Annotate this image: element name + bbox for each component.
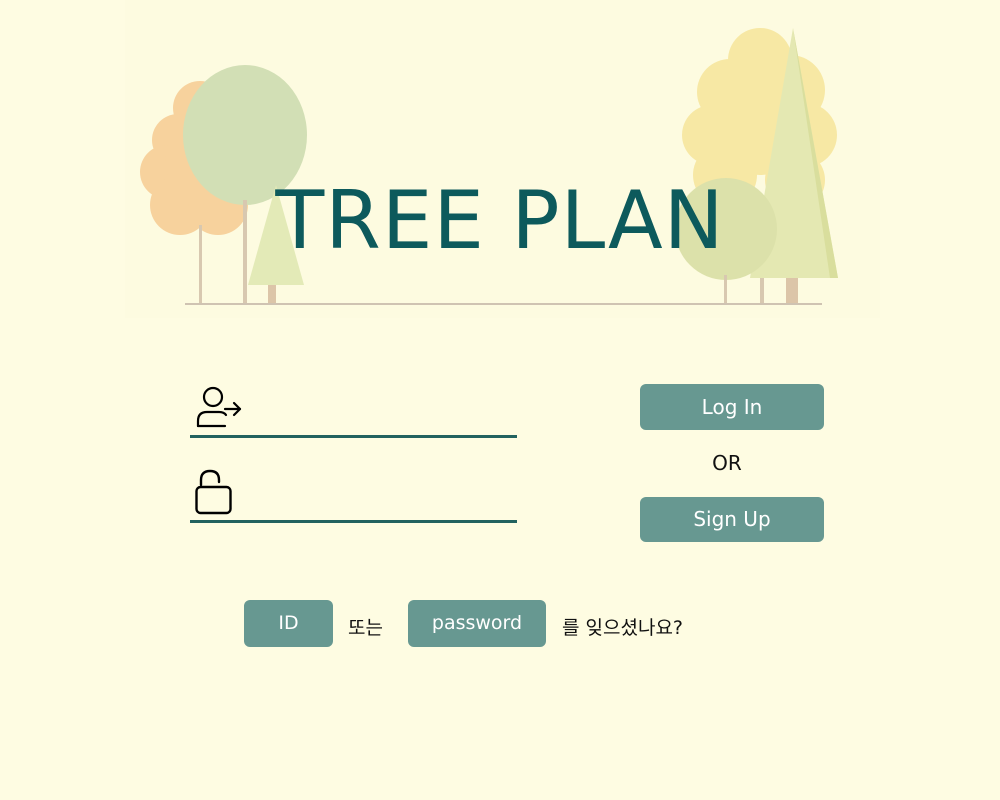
or-label: OR bbox=[712, 451, 742, 475]
unlocked-padlock-icon bbox=[195, 469, 232, 515]
id-field bbox=[190, 378, 517, 438]
header-banner: TREE PLAN bbox=[0, 0, 1000, 320]
login-button[interactable]: Log In bbox=[640, 384, 824, 430]
password-field bbox=[190, 463, 517, 523]
recovery-connector-text: 또는 bbox=[348, 617, 383, 639]
tree-illustration bbox=[125, 0, 880, 318]
password-input[interactable] bbox=[252, 471, 514, 513]
id-underline bbox=[190, 435, 517, 438]
signup-button[interactable]: Sign Up bbox=[640, 497, 824, 542]
password-underline bbox=[190, 520, 517, 523]
user-arrow-icon bbox=[196, 386, 242, 428]
find-id-button[interactable]: ID bbox=[244, 600, 333, 647]
app-title: TREE PLAN bbox=[275, 174, 725, 267]
find-password-button[interactable]: password bbox=[408, 600, 546, 647]
id-input[interactable] bbox=[252, 386, 514, 428]
recovery-question-text: 를 잊으셨나요? bbox=[562, 617, 684, 639]
